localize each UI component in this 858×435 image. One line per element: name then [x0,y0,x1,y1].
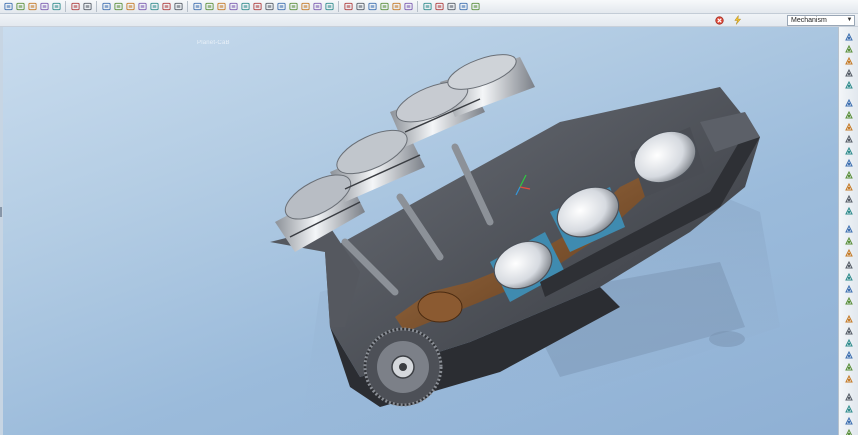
snapshot-icon[interactable] [843,56,855,66]
bushing-icon[interactable] [843,314,855,324]
force-torque-icon[interactable] [843,146,855,156]
plane-tool-icon[interactable] [434,2,444,12]
measure-icon[interactable] [843,224,855,234]
toolbar-separator [417,1,418,12]
save-icon[interactable] [27,2,37,12]
toolbar-separator [338,1,339,12]
body-icon[interactable] [843,260,855,270]
window-icon[interactable] [192,2,202,12]
right-toolbar [838,27,858,435]
model-tree-icon[interactable] [216,2,226,12]
print-icon[interactable] [39,2,49,12]
toolbar-separator [187,1,188,12]
trace-curve-icon[interactable] [843,236,855,246]
delete-icon[interactable] [843,392,855,402]
3d-contact-icon[interactable] [843,296,855,306]
annotation-icon[interactable] [391,2,401,12]
mode-dropdown[interactable]: Mechanism ▼ [787,15,855,26]
point-tool-icon[interactable] [458,2,468,12]
orient-icon[interactable] [312,2,322,12]
mass-property-icon[interactable] [843,182,855,192]
drag-icon[interactable] [843,44,855,54]
find-icon[interactable] [161,2,171,12]
engine-model-render [270,54,780,435]
stop-icon[interactable] [714,15,724,25]
force-motor-icon[interactable] [843,110,855,120]
lightning-icon[interactable] [732,15,742,25]
cad-application-window: Mechanism ▼ Planet-CaB [0,0,858,435]
status-icons [714,15,742,25]
arc-icon[interactable] [843,362,855,372]
report-icon[interactable] [843,428,855,435]
gear-pair-icon[interactable] [843,80,855,90]
select-box-icon[interactable] [173,2,183,12]
slot-icon[interactable] [843,272,855,282]
zoom-out-icon[interactable] [288,2,298,12]
undo-icon[interactable] [70,2,80,12]
toolbar-group-4 [191,0,335,14]
spring-icon[interactable] [843,122,855,132]
spin-center-icon[interactable] [403,2,413,12]
viewport-left-edge [0,27,3,435]
chevron-down-icon: ▼ [846,17,853,23]
results-icon[interactable] [843,416,855,426]
gravity-icon[interactable] [843,158,855,168]
paste-icon[interactable] [125,2,135,12]
point-icon[interactable] [843,374,855,384]
csys-icon[interactable] [379,2,389,12]
shading-icon[interactable] [252,2,262,12]
flywheel-gear [363,327,443,407]
new-file-icon[interactable] [3,2,13,12]
cut-icon[interactable] [101,2,111,12]
toolbar-separator [96,1,97,12]
joint-axis-icon[interactable] [843,248,855,258]
redo-icon[interactable] [82,2,92,12]
status-row: Mechanism ▼ [0,14,858,27]
main-toolbar [0,0,858,14]
open-folder-icon[interactable] [15,2,25,12]
axis-tool-icon[interactable] [446,2,456,12]
graphics-viewport[interactable]: Planet-CaB [0,27,838,435]
settings-icon[interactable] [843,404,855,414]
display-style-icon[interactable] [240,2,250,12]
toolbar-group-6 [421,0,481,14]
line-icon[interactable] [843,350,855,360]
analysis-run-icon[interactable] [843,194,855,204]
belt-icon[interactable] [843,284,855,294]
initial-condition-icon[interactable] [843,170,855,180]
toolbar-separator [65,1,66,12]
wireless-icon[interactable] [228,2,238,12]
email-icon[interactable] [51,2,61,12]
analysis-icon[interactable] [470,2,480,12]
regenerate-icon[interactable] [149,2,159,12]
datum-axis-icon[interactable] [355,2,365,12]
damper-icon[interactable] [843,134,855,144]
playback-icon[interactable] [843,206,855,216]
curve-icon[interactable] [843,338,855,348]
cam-icon[interactable] [843,68,855,78]
zoom-in-icon[interactable] [276,2,286,12]
saved-views-icon[interactable] [324,2,334,12]
datum-point-icon[interactable] [367,2,377,12]
mode-dropdown-value: Mechanism [791,17,827,24]
copy-icon[interactable] [113,2,123,12]
toolbar-group-1 [2,0,62,14]
toolbar-group-3 [100,0,184,14]
repaint-icon[interactable] [264,2,274,12]
connect-icon[interactable] [843,32,855,42]
datum-plane-icon[interactable] [343,2,353,12]
splitter-handle[interactable] [0,207,2,217]
load-icon[interactable] [843,326,855,336]
sketch-icon[interactable] [422,2,432,12]
layer-icon[interactable] [204,2,214,12]
toolbar-group-2 [69,0,93,14]
servo-motor-icon[interactable] [843,98,855,108]
paste-special-icon[interactable] [137,2,147,12]
refit-icon[interactable] [300,2,310,12]
toolbar-group-5 [342,0,414,14]
